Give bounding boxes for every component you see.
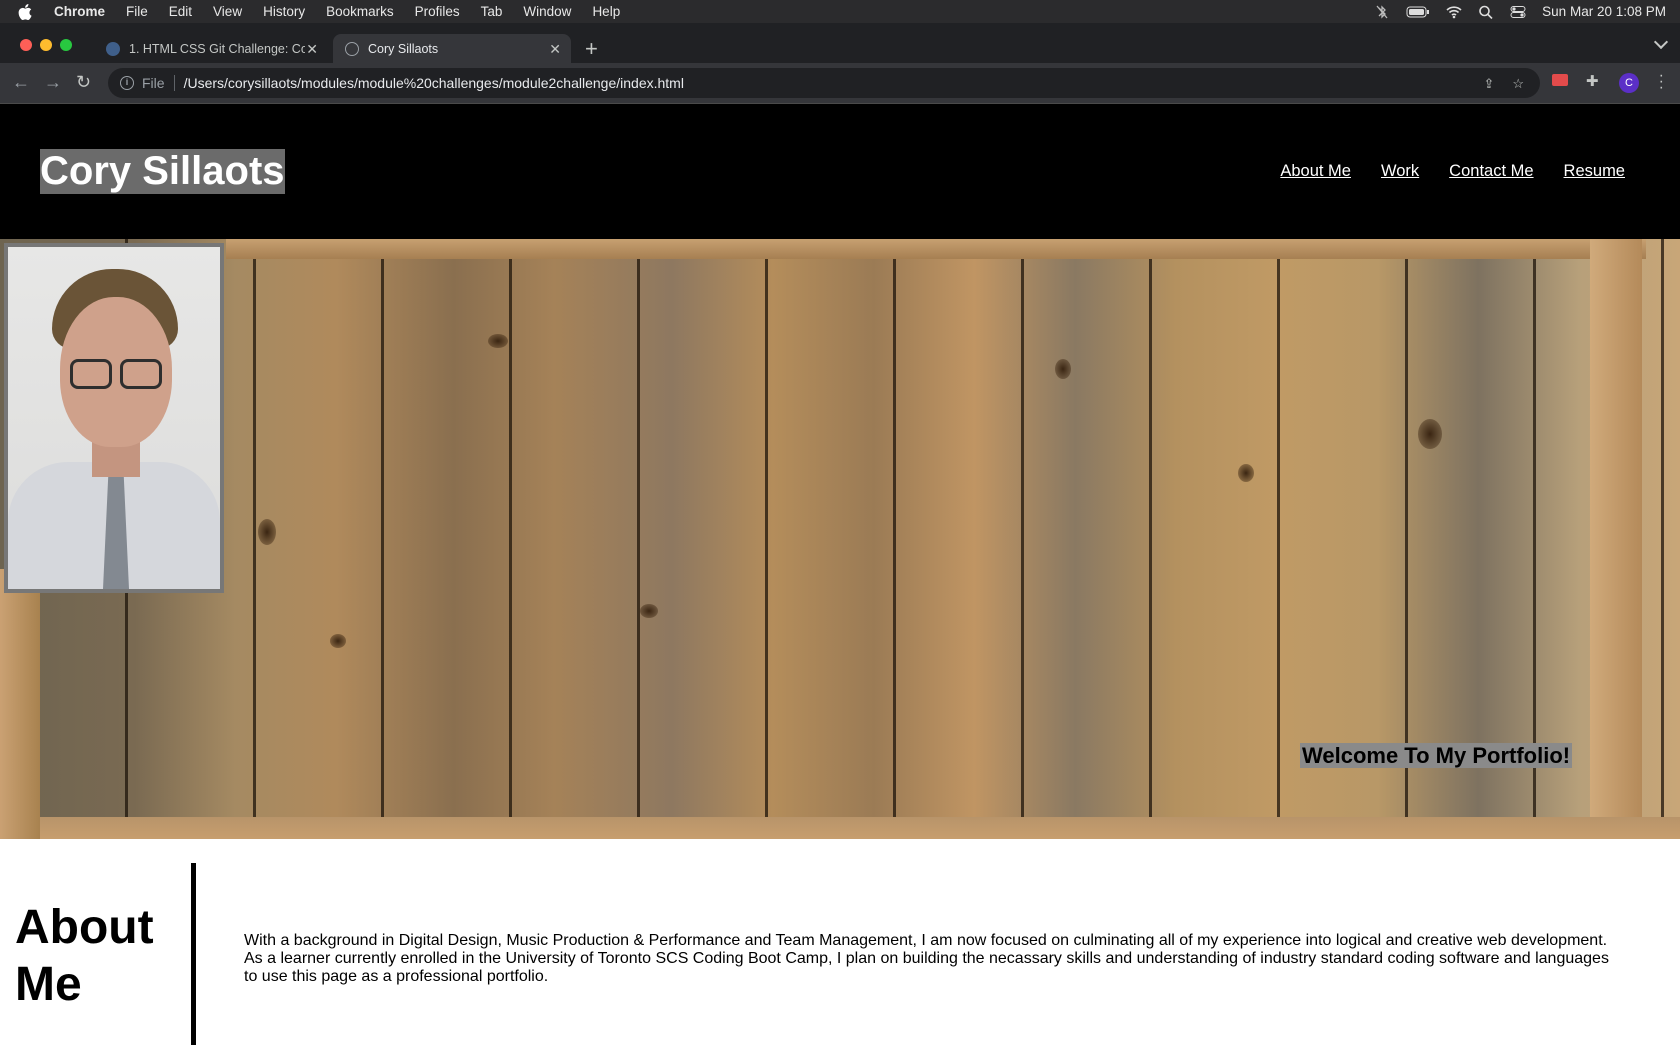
menu-profiles[interactable]: Profiles [415, 4, 460, 19]
wifi-icon[interactable] [1446, 5, 1462, 19]
bluetooth-icon[interactable] [1374, 4, 1390, 19]
url-separator [173, 75, 175, 91]
hero-wood-banner: Welcome To My Portfolio! [0, 239, 1680, 839]
site-title: Cory Sillaots [40, 149, 285, 194]
nav-link-work[interactable]: Work [1381, 162, 1419, 181]
browser-toolbar: ← → ↻ i File /Users/corysillaots/modules… [0, 63, 1680, 104]
wood-frame-top [226, 239, 1646, 259]
welcome-heading: Welcome To My Portfolio! [1300, 743, 1573, 768]
back-button[interactable]: ← [12, 72, 30, 93]
apple-menu-icon[interactable] [18, 3, 34, 20]
menu-bookmarks[interactable]: Bookmarks [326, 4, 394, 19]
spotlight-search-icon[interactable] [1478, 5, 1494, 19]
profile-avatar[interactable]: C [1619, 73, 1639, 93]
tab-title: Cory Sillaots [368, 41, 439, 56]
window-close-button[interactable] [20, 39, 32, 51]
about-me-section: About Me With a background in Digital De… [0, 839, 1680, 1050]
nav-link-contact-me[interactable]: Contact Me [1449, 162, 1533, 181]
wood-frame-bottom [40, 817, 1680, 839]
profile-photo [4, 243, 224, 593]
menu-history[interactable]: History [263, 4, 305, 19]
tab-close-icon[interactable]: ✕ [306, 41, 318, 58]
canvas-favicon-icon [106, 41, 120, 56]
menu-window[interactable]: Window [523, 4, 571, 19]
macos-menu-bar: Chrome File Edit View History Bookmarks … [0, 0, 1680, 23]
extensions-puzzle-icon[interactable]: ✚ [1586, 72, 1599, 90]
browser-tab-strip: 1. HTML CSS Git Challenge: Co ✕ Cory Sil… [0, 23, 1680, 63]
nav-link-resume[interactable]: Resume [1564, 162, 1625, 181]
wood-knot [1238, 464, 1254, 482]
tab-cory-sillaots[interactable]: Cory Sillaots ✕ [333, 34, 571, 63]
menu-app-chrome[interactable]: Chrome [54, 4, 105, 19]
wood-knot [1055, 359, 1071, 379]
menu-edit[interactable]: Edit [169, 4, 192, 19]
new-tab-button[interactable]: + [585, 36, 598, 62]
wood-frame-right [1590, 239, 1642, 839]
control-center-icon[interactable] [1510, 5, 1526, 19]
nav-link-about-me[interactable]: About Me [1280, 162, 1351, 181]
wood-knot [1418, 419, 1442, 449]
window-minimize-button[interactable] [40, 39, 52, 51]
menu-tab[interactable]: Tab [481, 4, 503, 19]
menu-file[interactable]: File [126, 4, 148, 19]
tab-search-chevron-icon[interactable] [1653, 34, 1669, 50]
site-info-icon[interactable]: i [120, 76, 134, 90]
url-scheme-label: File [142, 75, 165, 91]
site-nav: About Me Work Contact Me Resume [1280, 162, 1625, 181]
wood-knot [488, 334, 508, 348]
wood-frame-left [0, 569, 40, 839]
share-icon[interactable]: ⇪ [1483, 76, 1494, 92]
extension-screencast-icon[interactable] [1552, 74, 1568, 86]
tab-html-css-git-challenge[interactable]: 1. HTML CSS Git Challenge: Co ✕ [94, 34, 328, 63]
url-text[interactable]: /Users/corysillaots/modules/module%20cha… [184, 75, 684, 91]
window-zoom-button[interactable] [60, 39, 72, 51]
menubar-clock[interactable]: Sun Mar 20 1:08 PM [1542, 4, 1666, 19]
forward-button[interactable]: → [44, 72, 62, 93]
about-me-paragraph: With a background in Digital Design, Mus… [244, 932, 1609, 985]
site-header: Cory Sillaots About Me Work Contact Me R… [0, 104, 1680, 239]
reload-button[interactable]: ↻ [76, 72, 91, 93]
profile-photo-image [8, 247, 220, 589]
about-divider [191, 863, 196, 1045]
bookmark-star-icon[interactable]: ☆ [1512, 76, 1524, 92]
tab-close-icon[interactable]: ✕ [549, 41, 561, 58]
menu-view[interactable]: View [213, 4, 242, 19]
chrome-menu-icon[interactable]: · · · [1659, 68, 1664, 96]
menu-help[interactable]: Help [592, 4, 620, 19]
web-page-viewport: Cory Sillaots About Me Work Contact Me R… [0, 104, 1680, 1050]
address-bar[interactable]: i File /Users/corysillaots/modules/modul… [108, 68, 1540, 98]
wood-knot [330, 634, 346, 648]
about-me-heading: About Me [15, 901, 154, 1011]
battery-icon[interactable] [1406, 5, 1430, 19]
wood-knot [258, 519, 276, 545]
globe-favicon-icon [345, 41, 359, 56]
tab-title: 1. HTML CSS Git Challenge: Co [129, 41, 305, 56]
wood-knot [640, 604, 658, 618]
